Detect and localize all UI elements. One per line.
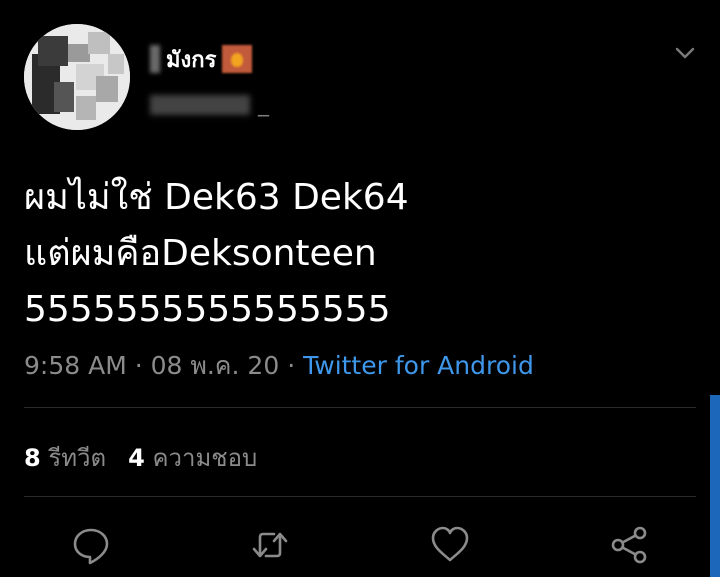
redacted-name-part (150, 45, 160, 73)
retweet-icon[interactable] (250, 525, 290, 565)
like-label: ความชอบ (152, 444, 258, 472)
user-handle[interactable]: _ (150, 92, 269, 117)
tweet-stats: 8 รีทวีต 4 ความชอบ (24, 438, 257, 477)
like-count: 4 (128, 444, 145, 472)
avatar[interactable] (24, 24, 130, 130)
retweet-label: รีทวีต (48, 444, 107, 472)
retweet-count: 8 (24, 444, 41, 472)
retweets-stat[interactable]: 8 รีทวีต (24, 444, 106, 472)
scrollbar[interactable] (710, 395, 720, 577)
meta-separator: · (287, 351, 296, 380)
fire-icon (222, 45, 253, 73)
tweet-text-line: แต่ผมคือDeksonteen (24, 233, 377, 274)
display-name-text: มังกร (166, 47, 217, 73)
tweet-meta: 9:58 AM · 08 พ.ค. 20 · Twitter for Andro… (24, 346, 534, 386)
divider (24, 496, 696, 497)
action-bar (0, 525, 720, 565)
tweet-date: 08 พ.ค. 20 (150, 351, 280, 380)
tweet-source-link[interactable]: Twitter for Android (303, 351, 534, 380)
share-icon[interactable] (609, 525, 649, 565)
tweet-text-line: 5555555555555555 (24, 289, 391, 330)
display-name[interactable]: มังกร (150, 42, 253, 76)
heart-icon[interactable] (430, 525, 470, 565)
avatar-image (24, 24, 130, 130)
handle-text: _ (258, 92, 269, 117)
redacted-handle (150, 95, 250, 115)
tweet-text: ผมไม่ใช่ Dek63 Dek64 แต่ผมคือDeksonteen … (24, 170, 694, 338)
tweet-text-line: ผมไม่ใช่ Dek63 Dek64 (24, 177, 409, 218)
divider (24, 407, 696, 408)
likes-stat[interactable]: 4 ความชอบ (128, 444, 257, 472)
chevron-down-icon[interactable] (674, 42, 696, 64)
reply-icon[interactable] (71, 525, 111, 565)
tweet-time: 9:58 AM (24, 351, 127, 380)
meta-separator: · (134, 351, 143, 380)
